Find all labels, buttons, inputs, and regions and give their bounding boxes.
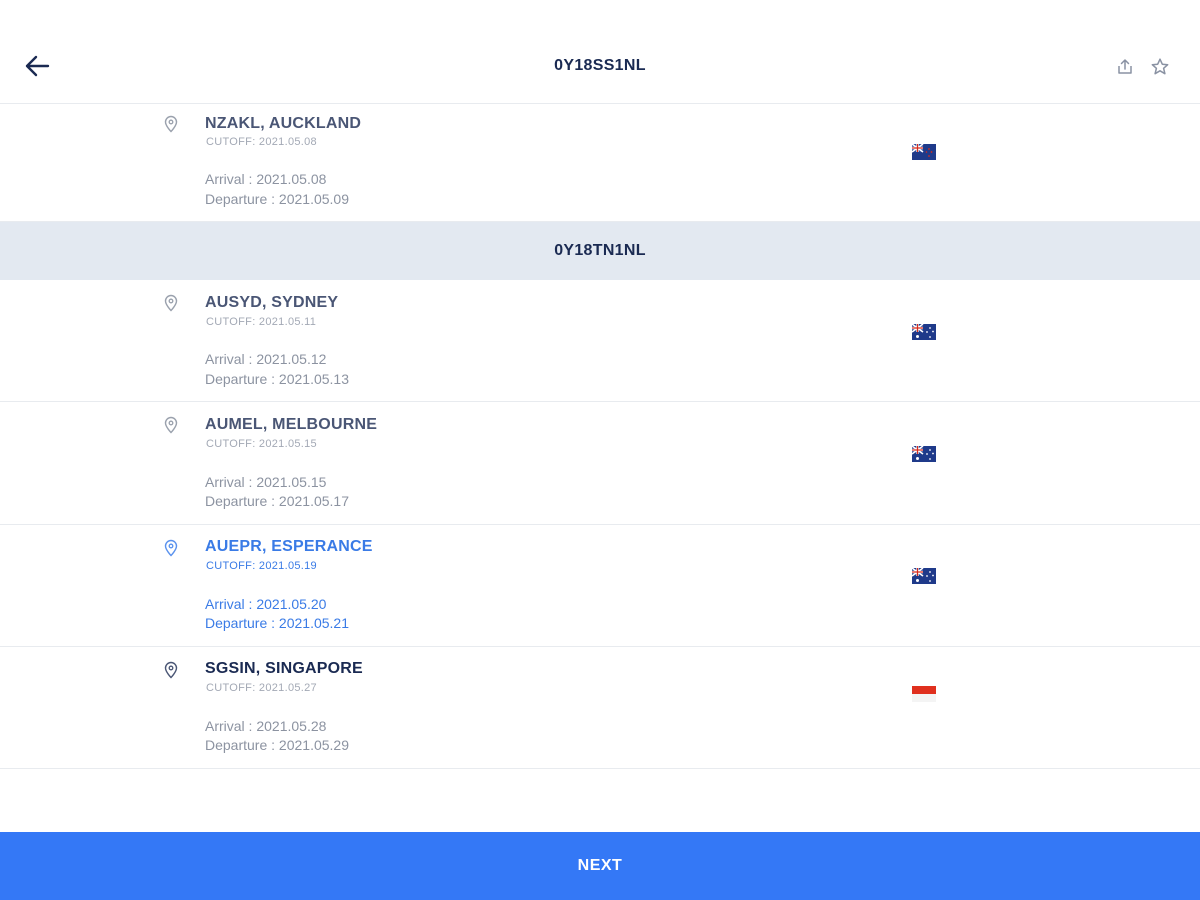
departure-date: Departure : 2021.05.09 — [205, 191, 349, 207]
singapore-flag-icon — [912, 686, 936, 702]
port-name: SGSIN, SINGAPORE — [205, 660, 363, 677]
share-button[interactable] — [1114, 56, 1136, 78]
favorite-button[interactable] — [1149, 56, 1171, 78]
location-pin-icon — [164, 661, 178, 679]
next-button[interactable]: NEXT — [0, 832, 1200, 900]
voyage-section-header: 0Y18TN1NL — [0, 222, 1200, 280]
voyage-code: 0Y18TN1NL — [554, 242, 646, 259]
arrival-date: Arrival : 2021.05.15 — [205, 474, 327, 490]
port-name: AUEPR, ESPERANCE — [205, 538, 373, 555]
australia-flag-icon — [912, 446, 936, 462]
port-name: NZAKL, AUCKLAND — [205, 115, 362, 132]
port-row-esperance[interactable]: AUEPR, ESPERANCE CUTOFF: 2021.05.19 Arri… — [0, 526, 1200, 647]
departure-date: Departure : 2021.05.29 — [205, 737, 349, 753]
arrival-date: Arrival : 2021.05.20 — [205, 596, 327, 612]
location-pin-icon — [164, 294, 178, 312]
port-row-sydney[interactable]: AUSYD, SYDNEY CUTOFF: 2021.05.11 Arrival… — [0, 280, 1200, 402]
arrival-date: Arrival : 2021.05.28 — [205, 718, 327, 734]
location-pin-icon — [164, 416, 178, 434]
port-row-auckland[interactable]: NZAKL, AUCKLAND CUTOFF: 2021.05.08 Arriv… — [0, 105, 1200, 222]
departure-date: Departure : 2021.05.13 — [205, 371, 349, 387]
cutoff-date: CUTOFF: 2021.05.19 — [206, 560, 317, 572]
departure-date: Departure : 2021.05.17 — [205, 493, 349, 509]
cutoff-date: CUTOFF: 2021.05.15 — [206, 438, 317, 450]
cutoff-date: CUTOFF: 2021.05.11 — [206, 316, 317, 328]
cutoff-date: CUTOFF: 2021.05.08 — [206, 136, 317, 148]
star-outline-icon — [1151, 58, 1169, 75]
port-row-melbourne[interactable]: AUMEL, MELBOURNE CUTOFF: 2021.05.15 Arri… — [0, 403, 1200, 525]
location-pin-icon — [164, 115, 178, 133]
port-row-singapore[interactable]: SGSIN, SINGAPORE CUTOFF: 2021.05.27 Arri… — [0, 648, 1200, 769]
page-title: 0Y18SS1NL — [554, 57, 646, 74]
top-bar: 0Y18SS1NL — [0, 0, 1200, 104]
port-name: AUSYD, SYDNEY — [205, 294, 339, 311]
cutoff-date: CUTOFF: 2021.05.27 — [206, 682, 317, 694]
arrival-date: Arrival : 2021.05.08 — [205, 171, 327, 187]
share-upload-icon — [1118, 59, 1132, 74]
australia-flag-icon — [912, 568, 936, 584]
port-name: AUMEL, MELBOURNE — [205, 416, 378, 433]
departure-date: Departure : 2021.05.21 — [205, 615, 349, 631]
app-root: 0Y18SS1NL NZAKL, AUCKLAND CUTOFF: 2021.0… — [0, 0, 1200, 900]
arrival-date: Arrival : 2021.05.12 — [205, 351, 327, 367]
new-zealand-flag-icon — [912, 144, 936, 160]
location-pin-icon — [164, 539, 178, 557]
australia-flag-icon — [912, 324, 936, 340]
